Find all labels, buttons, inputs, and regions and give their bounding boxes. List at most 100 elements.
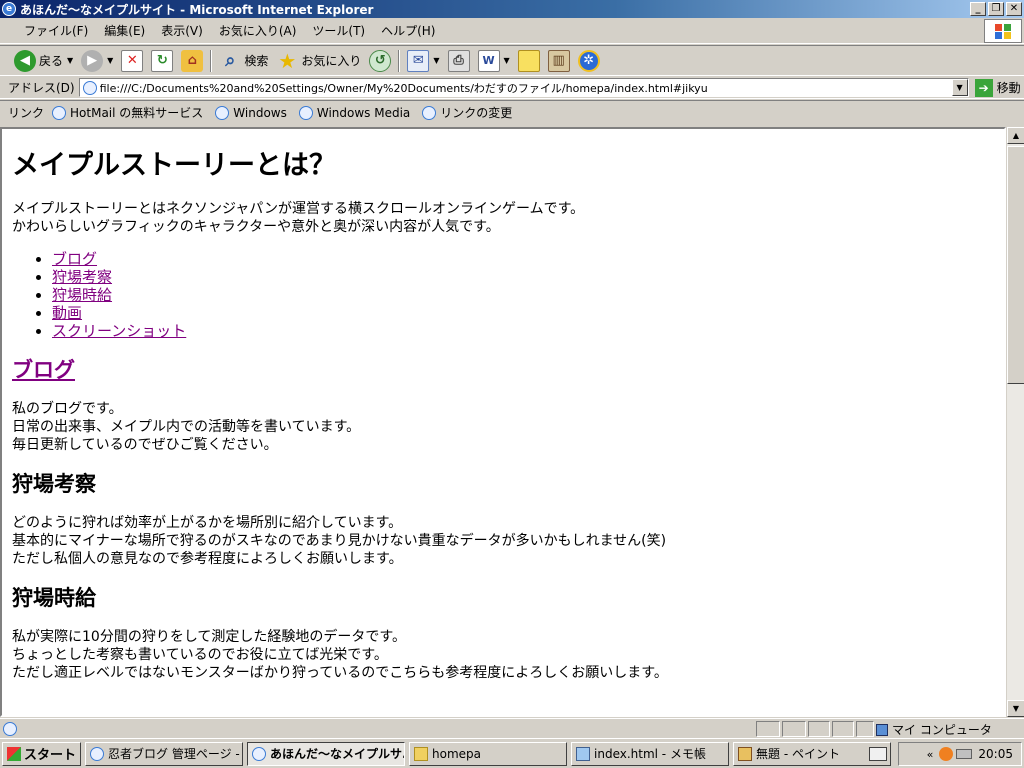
intro-line: かわいらしいグラフィックのキャラクターや意外と奥が深い内容が人気です。: [12, 219, 500, 235]
task-label: index.html - メモ帳: [594, 747, 706, 761]
list-item: 動画: [52, 304, 994, 322]
clock[interactable]: 20:05: [978, 747, 1013, 761]
task-ninja-blog[interactable]: 忍者ブログ 管理ページ - ...: [85, 741, 244, 766]
task-label: homepa: [432, 746, 482, 761]
nav-link-screenshots[interactable]: スクリーンショット: [52, 322, 186, 340]
refresh-icon: ↻: [151, 49, 174, 72]
page-icon: [52, 105, 67, 120]
status-panel: [756, 721, 780, 737]
text-line: ちょっとした考察も書いているのでお役に立てば光栄です。: [12, 647, 388, 663]
task-notepad[interactable]: index.html - メモ帳: [571, 741, 730, 766]
mail-button[interactable]: ✉ ▼: [403, 48, 443, 74]
discuss-button[interactable]: [514, 48, 544, 74]
address-url[interactable]: file:///C:/Documents%20and%20Settings/Ow…: [100, 80, 708, 96]
back-button[interactable]: ◀ 戻る ▼: [10, 48, 77, 74]
word-icon: W: [477, 49, 500, 72]
text-line: どのように狩れば効率が上がるかを場所別に紹介しています。: [12, 515, 403, 531]
text-line: ただし適正レベルではないモンスターばかり狩っているのでこちらも参考程度によろしく…: [12, 665, 668, 681]
nav-list: ブログ 狩場考察 狩場時給 動画 スクリーンショット: [52, 250, 994, 340]
start-button[interactable]: スタート: [2, 741, 82, 766]
link-windows-media[interactable]: Windows Media: [298, 105, 411, 120]
task-maple-site[interactable]: あほんだ～なメイプルサ...: [247, 741, 406, 766]
search-label: 検索: [244, 54, 269, 68]
chevron-down-icon[interactable]: ▼: [67, 56, 73, 65]
text-line: 日常の出来事、メイプル内での活動等を書いています。: [12, 419, 361, 435]
edit-button[interactable]: W ▼: [474, 48, 514, 74]
vertical-scrollbar[interactable]: ▲ ▼: [1006, 127, 1024, 717]
chevron-down-icon[interactable]: ▼: [433, 56, 439, 65]
go-button[interactable]: ➔ 移動: [974, 78, 1021, 97]
text-line: 私が実際に10分間の狩りをして測定した経験地のデータです。: [12, 629, 406, 645]
chevron-down-icon[interactable]: ▼: [107, 56, 113, 65]
text-line: ただし私個人の意見なので参考程度によろしくお願いします。: [12, 551, 403, 567]
link-label: Windows Media: [316, 105, 411, 120]
star-icon: ★: [278, 48, 297, 73]
print-button[interactable]: ⎙: [444, 48, 474, 74]
scroll-down-button[interactable]: ▼: [1007, 700, 1024, 717]
scroll-thumb[interactable]: [1007, 146, 1024, 384]
stop-button[interactable]: ✕: [117, 48, 147, 74]
menu-edit[interactable]: 編集(E): [96, 21, 153, 41]
paint-icon: [738, 746, 753, 761]
menu-view[interactable]: 表示(V): [153, 21, 211, 41]
menu-file[interactable]: ファイル(F): [16, 21, 96, 41]
intro-paragraph: メイプルストーリーとはネクソンジャパンが運営する横スクロールオンラインゲームです…: [12, 200, 994, 236]
nav-link-hunting-exp[interactable]: 狩場時給: [52, 286, 112, 304]
nav-link-hunting-analysis[interactable]: 狩場考察: [52, 268, 112, 286]
menu-bar: ファイル(F) 編集(E) 表示(V) お気に入り(A) ツール(T) ヘルプ(…: [0, 18, 1024, 44]
computer-icon: [876, 723, 888, 736]
section-heading-blog: ブログ: [12, 354, 994, 384]
page-icon: [215, 105, 230, 120]
messenger-button[interactable]: ✲: [574, 48, 604, 74]
hunting-analysis-paragraph: どのように狩れば効率が上がるかを場所別に紹介しています。 基本的にマイナーな場所…: [12, 514, 994, 568]
research-button[interactable]: ▥: [544, 48, 574, 74]
link-label: HotMail の無料サービス: [70, 106, 204, 120]
address-input[interactable]: file:///C:/Documents%20and%20Settings/Ow…: [78, 78, 969, 97]
maximize-button[interactable]: ❐: [988, 2, 1004, 16]
link-windows[interactable]: Windows: [215, 105, 287, 120]
links-bar: リンク HotMail の無料サービス Windows Windows Medi…: [0, 100, 1024, 124]
go-arrow-icon: ➔: [974, 78, 993, 97]
address-dropdown-button[interactable]: ▼: [951, 79, 968, 96]
keyboard-icon[interactable]: [869, 747, 887, 761]
chevron-down-icon[interactable]: ▼: [504, 56, 510, 65]
link-customize[interactable]: リンクの変更: [422, 104, 512, 121]
search-button[interactable]: ⌕ 検索: [215, 48, 272, 74]
menu-favorites[interactable]: お気に入り(A): [211, 21, 305, 41]
list-item: 狩場時給: [52, 286, 994, 304]
close-button[interactable]: ✕: [1006, 2, 1022, 16]
task-label: あほんだ～なメイプルサ...: [270, 747, 406, 761]
address-bar: アドレス(D) file:///C:/Documents%20and%20Set…: [0, 77, 1024, 99]
printer-icon: ⎙: [447, 49, 470, 72]
window-controls: _ ❐ ✕: [968, 2, 1022, 16]
forward-arrow-icon: ▶: [81, 49, 104, 72]
blog-heading-link[interactable]: ブログ: [12, 358, 75, 382]
link-hotmail[interactable]: HotMail の無料サービス: [52, 104, 203, 121]
media-button[interactable]: ↺: [365, 48, 395, 74]
forward-button[interactable]: ▶ ▼: [77, 48, 117, 74]
network-icon[interactable]: [956, 749, 973, 759]
media-icon: ↺: [369, 49, 392, 72]
back-label: 戻る: [39, 54, 64, 68]
home-button[interactable]: ⌂: [177, 48, 207, 74]
tray-app-icon[interactable]: [939, 747, 954, 761]
favorites-button[interactable]: ★ お気に入り: [272, 48, 365, 74]
menu-tools[interactable]: ツール(T): [304, 21, 373, 41]
scroll-up-button[interactable]: ▲: [1007, 127, 1024, 144]
task-paint[interactable]: 無題 - ペイント: [733, 741, 892, 766]
windows-logo-icon: [984, 19, 1022, 43]
nav-link-blog[interactable]: ブログ: [52, 250, 97, 268]
tray-expand-icon[interactable]: «: [927, 748, 934, 761]
favorites-label: お気に入り: [301, 54, 362, 68]
nav-link-video[interactable]: 動画: [52, 304, 82, 322]
back-arrow-icon: ◀: [14, 49, 36, 72]
links-label: リンク: [8, 106, 45, 120]
refresh-button[interactable]: ↻: [147, 48, 177, 74]
ie-icon: e: [2, 2, 16, 16]
browser-viewport: メイプルストーリーとは？ メイプルストーリーとはネクソンジャパンが運営する横スク…: [0, 127, 1006, 717]
task-homepa-folder[interactable]: homepa: [409, 741, 568, 766]
page-icon: [298, 105, 313, 120]
minimize-button[interactable]: _: [970, 2, 986, 16]
address-label: アドレス(D): [8, 81, 75, 95]
menu-help[interactable]: ヘルプ(H): [373, 21, 443, 41]
